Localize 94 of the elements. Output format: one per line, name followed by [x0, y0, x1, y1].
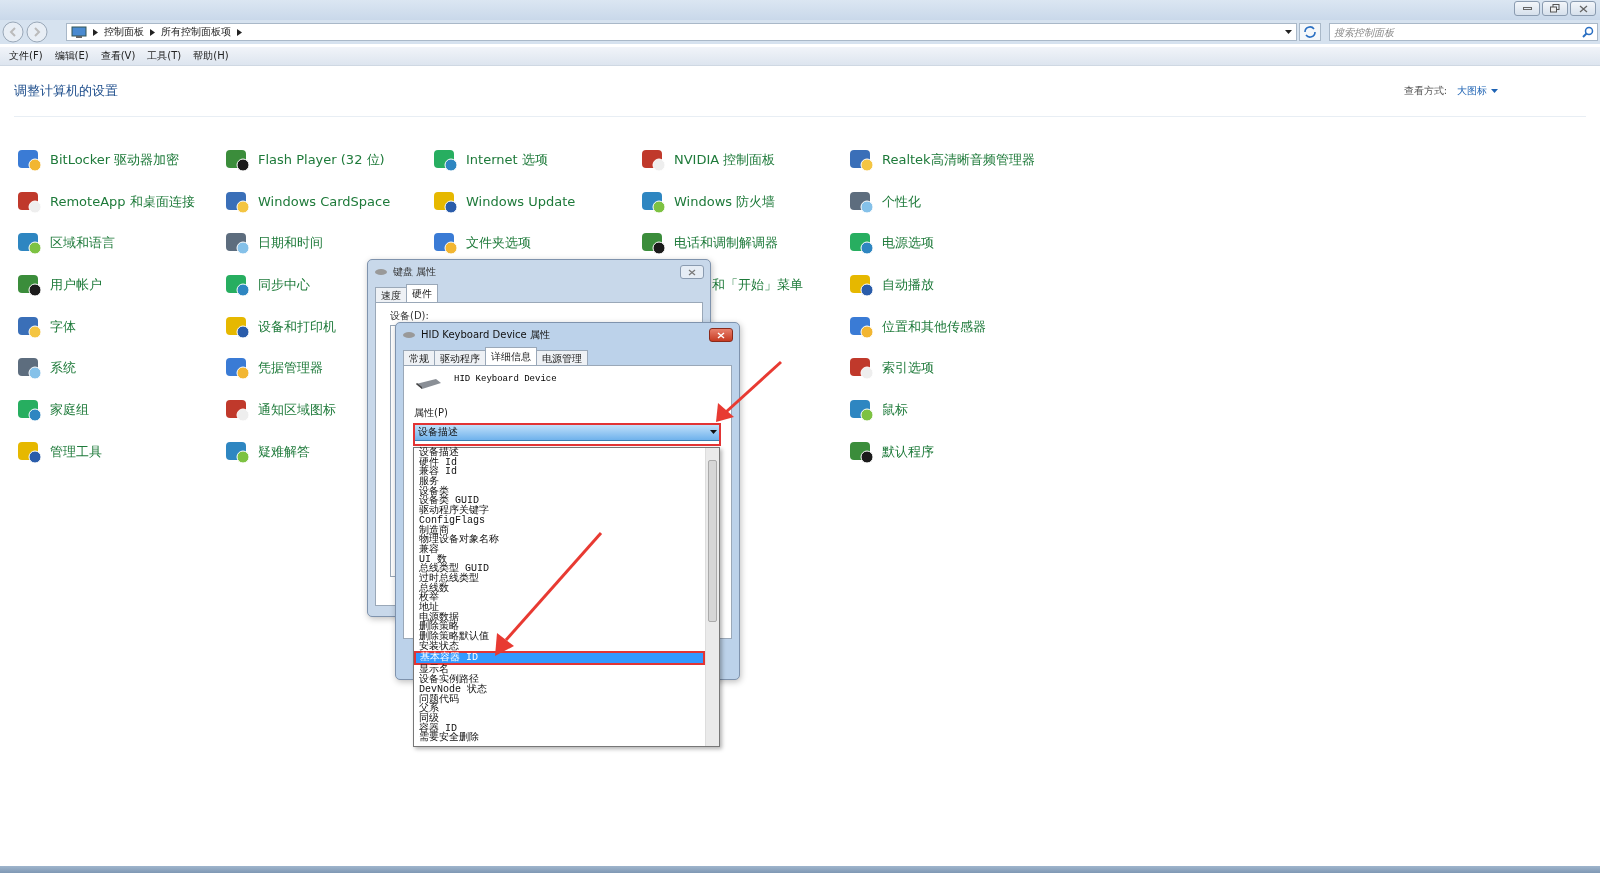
- refresh-icon: [1303, 26, 1317, 38]
- control-panel-link[interactable]: 管理工具: [50, 442, 102, 461]
- control-panel-link[interactable]: 位置和其他传感器: [882, 317, 986, 336]
- control-panel-link[interactable]: 凭据管理器: [258, 359, 323, 378]
- caret-icon: [710, 430, 717, 434]
- control-panel-link[interactable]: Flash Player (32 位): [258, 150, 385, 169]
- tab[interactable]: 常规: [403, 350, 435, 365]
- tab[interactable]: 硬件: [406, 284, 438, 302]
- breadcrumb-link[interactable]: 控制面板: [104, 25, 144, 39]
- menu-item[interactable]: 帮助(H): [190, 49, 232, 63]
- caret-icon: [1491, 89, 1498, 93]
- control-panel-link[interactable]: Windows CardSpace: [258, 194, 391, 210]
- close-button[interactable]: [680, 265, 704, 279]
- tab[interactable]: 速度: [375, 287, 407, 302]
- control-panel-link[interactable]: 字体: [50, 317, 76, 336]
- restore-button[interactable]: [1542, 1, 1568, 16]
- close-icon: [717, 331, 725, 339]
- chevron-icon: [150, 28, 155, 36]
- dropdown-option[interactable]: 过时总线类型: [415, 573, 705, 584]
- control-panel-link[interactable]: 默认程序: [882, 442, 934, 461]
- dropdown-option[interactable]: ConfigFlags: [415, 515, 705, 526]
- menu-item[interactable]: 查看(V): [97, 49, 139, 63]
- control-panel-link[interactable]: BitLocker 驱动器加密: [50, 150, 180, 169]
- close-icon: [1578, 4, 1588, 13]
- control-panel-link[interactable]: 通知区域图标: [258, 400, 336, 419]
- computer-icon: [71, 25, 87, 39]
- control-panel-link[interactable]: 文件夹选项: [466, 234, 531, 253]
- field-label: 属性(P): [414, 406, 449, 420]
- dropdown-option[interactable]: 地址: [415, 603, 705, 613]
- dropdown-option[interactable]: 安装状态: [415, 641, 705, 652]
- dropdown-option[interactable]: 父系: [415, 704, 705, 714]
- control-panel-link[interactable]: 索引选项: [882, 359, 934, 378]
- control-panel-link[interactable]: 自动播放: [882, 275, 934, 294]
- dropdown-option[interactable]: 设备实例路径: [415, 675, 705, 685]
- restore-icon: [1550, 4, 1560, 13]
- search-field[interactable]: 搜索控制面板: [1329, 23, 1598, 41]
- tab[interactable]: 驱动程序: [434, 350, 486, 365]
- minimize-button[interactable]: [1514, 1, 1540, 16]
- control-panel-link[interactable]: RemoteApp 和桌面连接: [50, 192, 195, 211]
- keyboard-icon: [402, 331, 416, 339]
- dialog-title: HID Keyboard Device 属性: [421, 328, 550, 342]
- keyboard-icon: [374, 268, 388, 276]
- control-panel-link[interactable]: 用户帐户: [50, 275, 102, 294]
- control-panel-link[interactable]: Internet 选项: [466, 150, 548, 169]
- menu-item[interactable]: 文件(F): [6, 49, 46, 63]
- control-panel-link[interactable]: 个性化: [882, 192, 921, 211]
- control-panel-link[interactable]: 疑难解答: [258, 442, 310, 461]
- caret-icon[interactable]: [1285, 30, 1292, 34]
- control-panel-link[interactable]: Windows Update: [466, 194, 576, 210]
- control-panel-link[interactable]: 日期和时间: [258, 234, 323, 253]
- control-panel-link[interactable]: Realtek高清晰音频管理器: [882, 150, 1035, 169]
- dropdown-option[interactable]: 兼容: [415, 544, 705, 555]
- close-button[interactable]: [1570, 1, 1596, 16]
- dropdown-option[interactable]: DevNode 状态: [415, 684, 705, 695]
- breadcrumb-link[interactable]: 所有控制面板项: [161, 25, 231, 39]
- control-panel-link[interactable]: 系统: [50, 359, 76, 378]
- view-dropdown[interactable]: 大图标: [1457, 84, 1487, 98]
- control-panel-link[interactable]: 设备和打印机: [258, 317, 336, 336]
- dropdown-option[interactable]: 同级: [415, 713, 705, 724]
- chevron-icon: [237, 28, 242, 36]
- scrollbar[interactable]: [705, 448, 719, 746]
- dropdown-option[interactable]: 问题代码: [415, 694, 705, 705]
- chevron-icon: [93, 28, 98, 36]
- close-icon: [688, 268, 696, 276]
- page-heading: 调整计算机的设置: [14, 82, 119, 100]
- dialog-title: 键盘 属性: [393, 265, 437, 279]
- device-name: HID Keyboard Device: [454, 374, 557, 384]
- view-label: 查看方式:: [1403, 84, 1447, 98]
- arrow: [716, 360, 782, 422]
- control-panel-link[interactable]: 鼠标: [882, 400, 908, 419]
- dropdown-option[interactable]: 总线类型 GUID: [415, 564, 705, 574]
- dropdown-option[interactable]: 枚举: [415, 593, 705, 603]
- control-panel-link[interactable]: NVIDIA 控制面板: [674, 150, 776, 169]
- dropdown-option[interactable]: 服务: [415, 477, 705, 487]
- control-panel-link[interactable]: Windows 防火墙: [674, 192, 776, 211]
- address-bar[interactable]: 控制面板 所有控制面板项: [66, 23, 1297, 41]
- control-panel-link[interactable]: 电话和调制解调器: [674, 234, 778, 253]
- refresh-button[interactable]: [1299, 23, 1321, 41]
- control-panel-link[interactable]: 电源选项: [882, 234, 934, 253]
- control-panel-link[interactable]: 区域和语言: [50, 234, 115, 253]
- dropdown-option[interactable]: 驱动程序关键字: [415, 506, 705, 516]
- menu-item[interactable]: 工具(T): [144, 49, 185, 63]
- control-panel-link[interactable]: 和「开始」菜单: [712, 275, 803, 294]
- tab[interactable]: 电源管理: [536, 350, 588, 365]
- keyboard-icon: [414, 376, 442, 390]
- close-button[interactable]: [709, 328, 733, 342]
- field-label: 设备(D):: [390, 309, 430, 323]
- dropdown-option[interactable]: 设备描述: [415, 448, 705, 458]
- menu-item[interactable]: 编辑(E): [51, 49, 92, 63]
- control-panel-link[interactable]: 同步中心: [258, 275, 310, 294]
- dropdown-option[interactable]: 删除策略默认值: [415, 632, 705, 642]
- dropdown-option[interactable]: 需要安全删除: [415, 733, 705, 743]
- tab[interactable]: 详细信息: [485, 347, 537, 365]
- control-panel-link[interactable]: 家庭组: [50, 400, 89, 419]
